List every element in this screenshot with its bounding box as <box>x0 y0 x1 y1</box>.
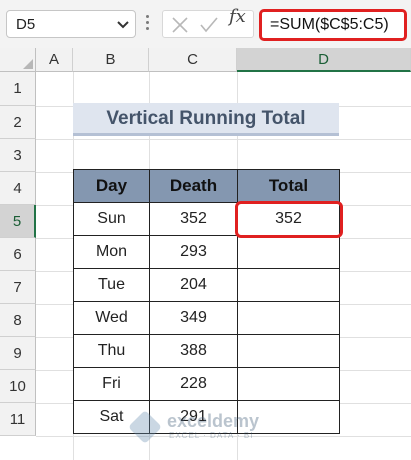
enter-icon[interactable] <box>199 16 219 34</box>
cell-death[interactable]: 293 <box>149 235 238 269</box>
cancel-icon[interactable] <box>171 16 189 34</box>
more-options-icon[interactable] <box>143 12 151 36</box>
column-header-c[interactable]: C <box>149 48 237 72</box>
header-day[interactable]: Day <box>73 169 150 203</box>
row-header-9[interactable]: 9 <box>0 337 36 370</box>
cell-total[interactable] <box>237 235 340 269</box>
cell-death[interactable]: 349 <box>149 301 238 335</box>
exceldemy-logo-icon <box>128 410 162 444</box>
row-header-7[interactable]: 7 <box>0 271 36 304</box>
cell-total[interactable] <box>237 334 340 368</box>
formula-bar: D5 fx =SUM($C$5:C5) <box>0 0 411 49</box>
watermark: exceldemy EXCEL · DATA · BI <box>128 410 283 445</box>
watermark-name: exceldemy <box>167 411 260 431</box>
column-header-d[interactable]: D <box>237 48 411 72</box>
select-all-button[interactable] <box>0 48 36 72</box>
name-box[interactable]: D5 <box>6 10 136 38</box>
watermark-tagline: EXCEL · DATA · BI <box>169 431 254 440</box>
cell-total[interactable] <box>237 268 340 302</box>
row-header-2[interactable]: 2 <box>0 106 36 139</box>
table-row: Thu 388 <box>73 334 340 368</box>
row-header-4[interactable]: 4 <box>0 172 36 205</box>
cell-death[interactable]: 352 <box>149 202 238 236</box>
header-death[interactable]: Death <box>149 169 238 203</box>
cell-death[interactable]: 228 <box>149 367 238 401</box>
chevron-down-icon[interactable] <box>117 21 129 29</box>
cell-day[interactable]: Mon <box>73 235 150 269</box>
row-header-11[interactable]: 11 <box>0 403 36 436</box>
table-row: Tue 204 <box>73 268 340 302</box>
formula-input[interactable]: =SUM($C$5:C5) <box>259 9 407 41</box>
cell-total[interactable] <box>237 367 340 401</box>
table-row: Mon 293 <box>73 235 340 269</box>
column-header-a[interactable]: A <box>36 48 73 72</box>
cell-total[interactable] <box>237 301 340 335</box>
table-header-row: Day Death Total <box>73 169 340 203</box>
row-header-10[interactable]: 10 <box>0 370 36 403</box>
cell-day[interactable]: Fri <box>73 367 150 401</box>
formula-text: =SUM($C$5:C5) <box>270 16 389 33</box>
cell-day[interactable]: Sun <box>73 202 150 236</box>
row-header-5[interactable]: 5 <box>0 205 36 238</box>
cell-day[interactable]: Wed <box>73 301 150 335</box>
row-header-1[interactable]: 1 <box>0 72 36 106</box>
name-box-value: D5 <box>16 16 36 33</box>
row-header-8[interactable]: 8 <box>0 304 36 337</box>
header-total[interactable]: Total <box>237 169 340 203</box>
table-row: Wed 349 <box>73 301 340 335</box>
row-header-6[interactable]: 6 <box>0 238 36 271</box>
table-row: Fri 228 <box>73 367 340 401</box>
cell-death[interactable]: 204 <box>149 268 238 302</box>
insert-function-icon[interactable]: fx <box>229 6 246 27</box>
sheet-title[interactable]: Vertical Running Total <box>73 103 339 136</box>
cell-day[interactable]: Tue <box>73 268 150 302</box>
cell-death[interactable]: 388 <box>149 334 238 368</box>
cell-day[interactable]: Thu <box>73 334 150 368</box>
active-cell-highlight <box>235 201 343 238</box>
column-header-b[interactable]: B <box>73 48 149 72</box>
row-header-3[interactable]: 3 <box>0 139 36 172</box>
